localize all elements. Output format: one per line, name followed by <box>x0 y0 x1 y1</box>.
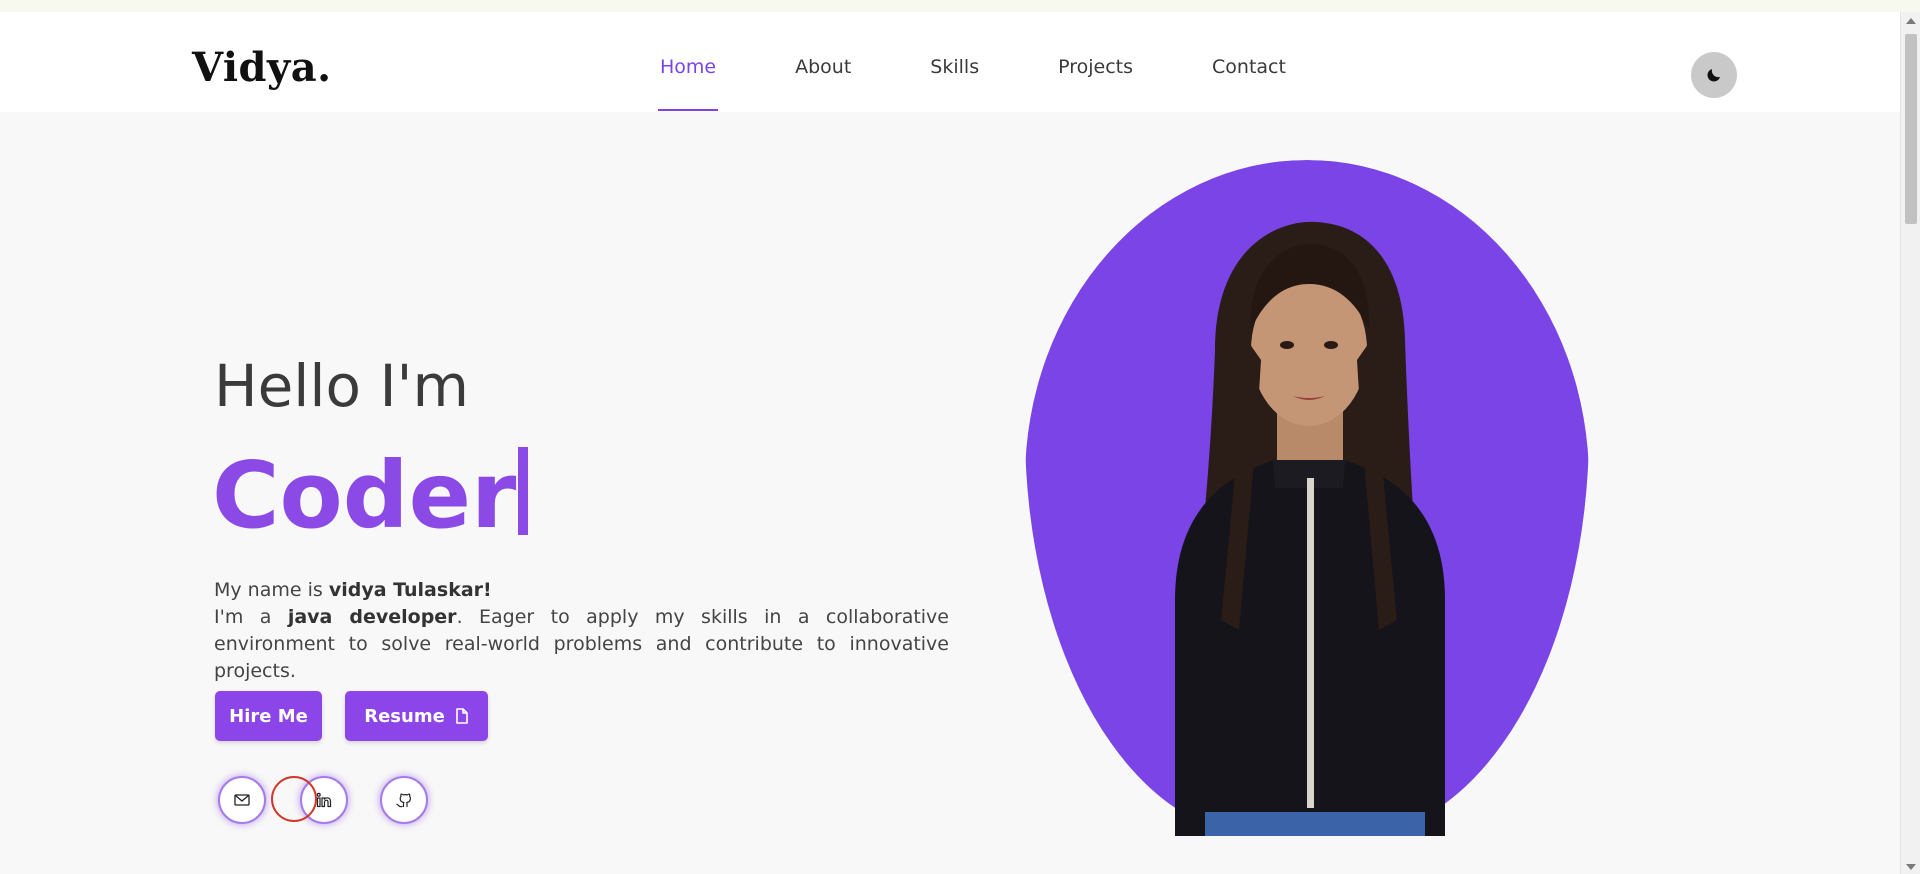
linkedin-icon <box>316 792 332 808</box>
click-indicator-ring <box>271 776 317 822</box>
hero-greeting: Hello I'm <box>214 352 469 420</box>
browser-top-strip <box>0 0 1920 12</box>
profile-photo <box>1175 221 1445 836</box>
nav-link-projects[interactable]: Projects <box>1058 56 1133 96</box>
moon-icon <box>1707 69 1720 82</box>
nav-links: Home About Skills Projects Contact <box>657 56 1365 111</box>
profile-photo-frame <box>1025 160 1589 836</box>
page-scrollbar[interactable] <box>1900 12 1920 874</box>
nav-link-contact[interactable]: Contact <box>1212 56 1286 96</box>
mail-icon <box>234 794 250 806</box>
hero-bio: My name is vidya Tulaskar! I'm a java de… <box>214 577 949 685</box>
scroll-down-arrow-icon[interactable] <box>1906 864 1916 870</box>
document-icon <box>455 708 468 724</box>
bio-role: java developer <box>287 606 457 628</box>
theme-toggle-button[interactable] <box>1691 52 1737 98</box>
nav-link-about[interactable]: About <box>795 56 851 96</box>
navbar: Vidya. Home About Skills Projects Contac… <box>0 12 1900 112</box>
github-icon <box>396 793 411 808</box>
scrollbar-thumb[interactable] <box>1905 34 1917 224</box>
resume-label: Resume <box>364 705 445 727</box>
github-social-button[interactable] <box>380 776 428 824</box>
hire-me-button[interactable]: Hire Me <box>215 691 322 741</box>
typed-role-text: Coder <box>212 442 517 549</box>
typing-cursor <box>518 447 529 535</box>
site-logo[interactable]: Vidya. <box>192 44 332 91</box>
hero-section: Hello I'm Coder My name is vidya Tulaska… <box>0 112 1900 874</box>
hire-me-label: Hire Me <box>229 705 308 727</box>
email-social-button[interactable] <box>218 776 266 824</box>
bio-line2-prefix: I'm a <box>214 606 288 628</box>
bio-name: vidya Tulaskar! <box>328 579 492 601</box>
nav-link-home[interactable]: Home <box>657 56 719 111</box>
bio-line1-prefix: My name is <box>214 579 329 601</box>
hero-typed-role: Coder <box>212 442 529 549</box>
scroll-up-arrow-icon[interactable] <box>1906 18 1916 24</box>
resume-button[interactable]: Resume <box>345 691 488 741</box>
nav-link-skills[interactable]: Skills <box>930 56 979 96</box>
